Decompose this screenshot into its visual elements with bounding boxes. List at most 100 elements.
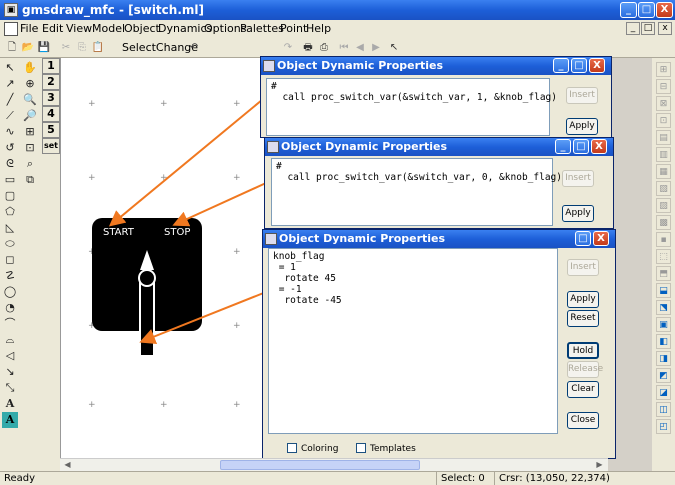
- align-tool-19-icon[interactable]: ◩: [656, 368, 671, 383]
- ellipse-tool-icon[interactable]: ◯: [2, 284, 18, 300]
- node-tool-icon[interactable]: ↘: [2, 364, 18, 380]
- dialog-2-title-bar[interactable]: Object Dynamic Properties _ □ X: [265, 138, 613, 156]
- templates-checkbox[interactable]: Templates: [356, 443, 416, 454]
- dialog-3-clear-button[interactable]: Clear: [567, 381, 599, 398]
- align-tool-3-icon[interactable]: ⊠: [656, 96, 671, 111]
- save-icon[interactable]: 💾: [36, 40, 52, 56]
- app-icon[interactable]: ▣: [4, 3, 18, 17]
- shape2-tool-icon[interactable]: ◻: [2, 252, 18, 268]
- align-tool-16-icon[interactable]: ▣: [656, 317, 671, 332]
- dialog-1-minimize-button[interactable]: _: [553, 58, 569, 73]
- align-tool-10-icon[interactable]: ▩: [656, 215, 671, 230]
- dialog-3-insert-button[interactable]: Insert: [567, 259, 599, 276]
- freehand-tool-icon[interactable]: ∿: [2, 124, 18, 140]
- cut-icon[interactable]: ✂: [58, 40, 74, 56]
- zoom-window-icon[interactable]: ⊞: [22, 124, 38, 140]
- layer-set-button[interactable]: set: [42, 138, 60, 154]
- new-file-icon[interactable]: 🗋: [4, 40, 20, 56]
- open-folder-icon[interactable]: 📂: [20, 40, 36, 56]
- dialog-3-hold-button[interactable]: Hold: [567, 342, 599, 359]
- bezier-tool-icon[interactable]: ☡: [2, 268, 18, 284]
- dialog-2-code-editor[interactable]: # call proc_switch_var(&switch_var, 0, &…: [271, 158, 562, 226]
- align-tool-1-icon[interactable]: ⊞: [656, 62, 671, 77]
- paste-icon[interactable]: 📋: [90, 40, 106, 56]
- arc-tool-icon[interactable]: ⌒: [2, 316, 18, 332]
- shape-tool-icon[interactable]: ◺: [2, 220, 18, 236]
- align-tool-11-icon[interactable]: ▪: [656, 232, 671, 247]
- dialog-1-code-editor[interactable]: # call proc_switch_var(&switch_var, 1, &…: [266, 78, 557, 136]
- menu-palettes[interactable]: Palettes: [240, 22, 284, 35]
- align-tool-13-icon[interactable]: ⬒: [656, 266, 671, 281]
- undo-icon[interactable]: ↶: [186, 40, 202, 56]
- layer-2-button[interactable]: 2: [42, 74, 60, 90]
- align-tool-7-icon[interactable]: ▦: [656, 164, 671, 179]
- menu-view[interactable]: View: [66, 22, 92, 35]
- coloring-checkbox-box[interactable]: [287, 443, 297, 453]
- next-page-icon[interactable]: ▶: [368, 40, 384, 56]
- dialog-3-code-editor[interactable]: knob_flag = 1 rotate 45 = -1 rotate -45: [268, 248, 558, 434]
- triangle-tool-icon[interactable]: ◁: [2, 348, 18, 364]
- layer-5-button[interactable]: 5: [42, 122, 60, 138]
- mdi-close-button[interactable]: x: [658, 22, 672, 35]
- templates-checkbox-box[interactable]: [356, 443, 366, 453]
- text-tool-icon[interactable]: A: [2, 396, 18, 412]
- dialog-2-apply-button[interactable]: Apply: [562, 205, 594, 222]
- dialog-1-close-button[interactable]: X: [589, 58, 605, 73]
- align-tool-14-icon[interactable]: ⬓: [656, 283, 671, 298]
- text-box-tool-icon[interactable]: A: [2, 412, 18, 428]
- dialog-2-close-button[interactable]: X: [591, 139, 607, 154]
- dialog-1-apply-button[interactable]: Apply: [566, 118, 598, 135]
- dialog-3-close-button[interactable]: X: [593, 231, 609, 246]
- zoom-in-icon[interactable]: 🔍: [22, 92, 38, 108]
- closed-curve-tool-icon[interactable]: ⬭: [2, 236, 18, 252]
- group-icon[interactable]: ⧉: [22, 172, 38, 188]
- layer-4-button[interactable]: 4: [42, 106, 60, 122]
- document-icon[interactable]: [4, 22, 18, 36]
- curve-tool-icon[interactable]: ↺: [2, 140, 18, 156]
- dialog-1-title-bar[interactable]: Object Dynamic Properties _ □ X: [261, 57, 611, 75]
- first-page-icon[interactable]: ⏮: [336, 40, 352, 56]
- polygon-tool-icon[interactable]: ⬠: [2, 204, 18, 220]
- zoom-out-icon[interactable]: 🔎: [22, 108, 38, 124]
- prev-page-icon[interactable]: ◀: [352, 40, 368, 56]
- line-tool-icon[interactable]: ╱: [2, 92, 18, 108]
- hand-tool-icon[interactable]: ✋: [22, 60, 38, 76]
- menu-object[interactable]: Object: [124, 22, 160, 35]
- align-tool-9-icon[interactable]: ▨: [656, 198, 671, 213]
- dialog-3-reset-button[interactable]: Reset: [567, 310, 599, 327]
- maximize-button[interactable]: □: [638, 2, 655, 18]
- align-tool-17-icon[interactable]: ◧: [656, 334, 671, 349]
- dialog-3-release-button[interactable]: Release: [567, 361, 603, 378]
- dialog-2-maximize-button[interactable]: □: [573, 139, 589, 154]
- align-tool-5-icon[interactable]: ▤: [656, 130, 671, 145]
- print-icon[interactable]: 🖶: [300, 40, 316, 56]
- dialog-3-maximize-button[interactable]: □: [575, 231, 591, 246]
- dialog-1-insert-button[interactable]: Insert: [566, 87, 598, 104]
- dialog-1-maximize-button[interactable]: □: [571, 58, 587, 73]
- align-tool-4-icon[interactable]: ⊡: [656, 113, 671, 128]
- align-tool-20-icon[interactable]: ◪: [656, 385, 671, 400]
- align-tool-8-icon[interactable]: ▧: [656, 181, 671, 196]
- menu-edit[interactable]: Edit: [42, 22, 63, 35]
- dialog-2-insert-button[interactable]: Insert: [562, 170, 594, 187]
- select-arrow-icon[interactable]: ↖: [2, 60, 18, 76]
- rectangle-tool-icon[interactable]: ▭: [2, 172, 18, 188]
- align-tool-2-icon[interactable]: ⊟: [656, 79, 671, 94]
- scroll-left-arrow-icon[interactable]: ◀: [62, 460, 73, 470]
- align-tool-18-icon[interactable]: ◨: [656, 351, 671, 366]
- menu-model[interactable]: Model: [92, 22, 125, 35]
- horizontal-scrollbar[interactable]: ◀ ▶: [60, 458, 608, 471]
- print-preview-icon[interactable]: ⎙: [316, 40, 332, 56]
- dialog-2-minimize-button[interactable]: _: [555, 139, 571, 154]
- coloring-checkbox[interactable]: Coloring: [287, 443, 338, 454]
- redo-icon[interactable]: ↷: [280, 40, 296, 56]
- spiral-tool-icon[interactable]: ᘓ: [2, 156, 18, 172]
- zoom-extent-icon[interactable]: ⌕: [22, 156, 38, 172]
- align-tool-15-icon[interactable]: ⬔: [656, 300, 671, 315]
- align-tool-12-icon[interactable]: ⬚: [656, 249, 671, 264]
- zoom-fit-icon[interactable]: ⊕: [22, 76, 38, 92]
- minimize-button[interactable]: _: [620, 2, 637, 18]
- dialog-3-close-button-text[interactable]: Close: [567, 412, 599, 429]
- layer-1-button[interactable]: 1: [42, 58, 60, 74]
- pointer-tool-icon[interactable]: ↖: [386, 40, 402, 56]
